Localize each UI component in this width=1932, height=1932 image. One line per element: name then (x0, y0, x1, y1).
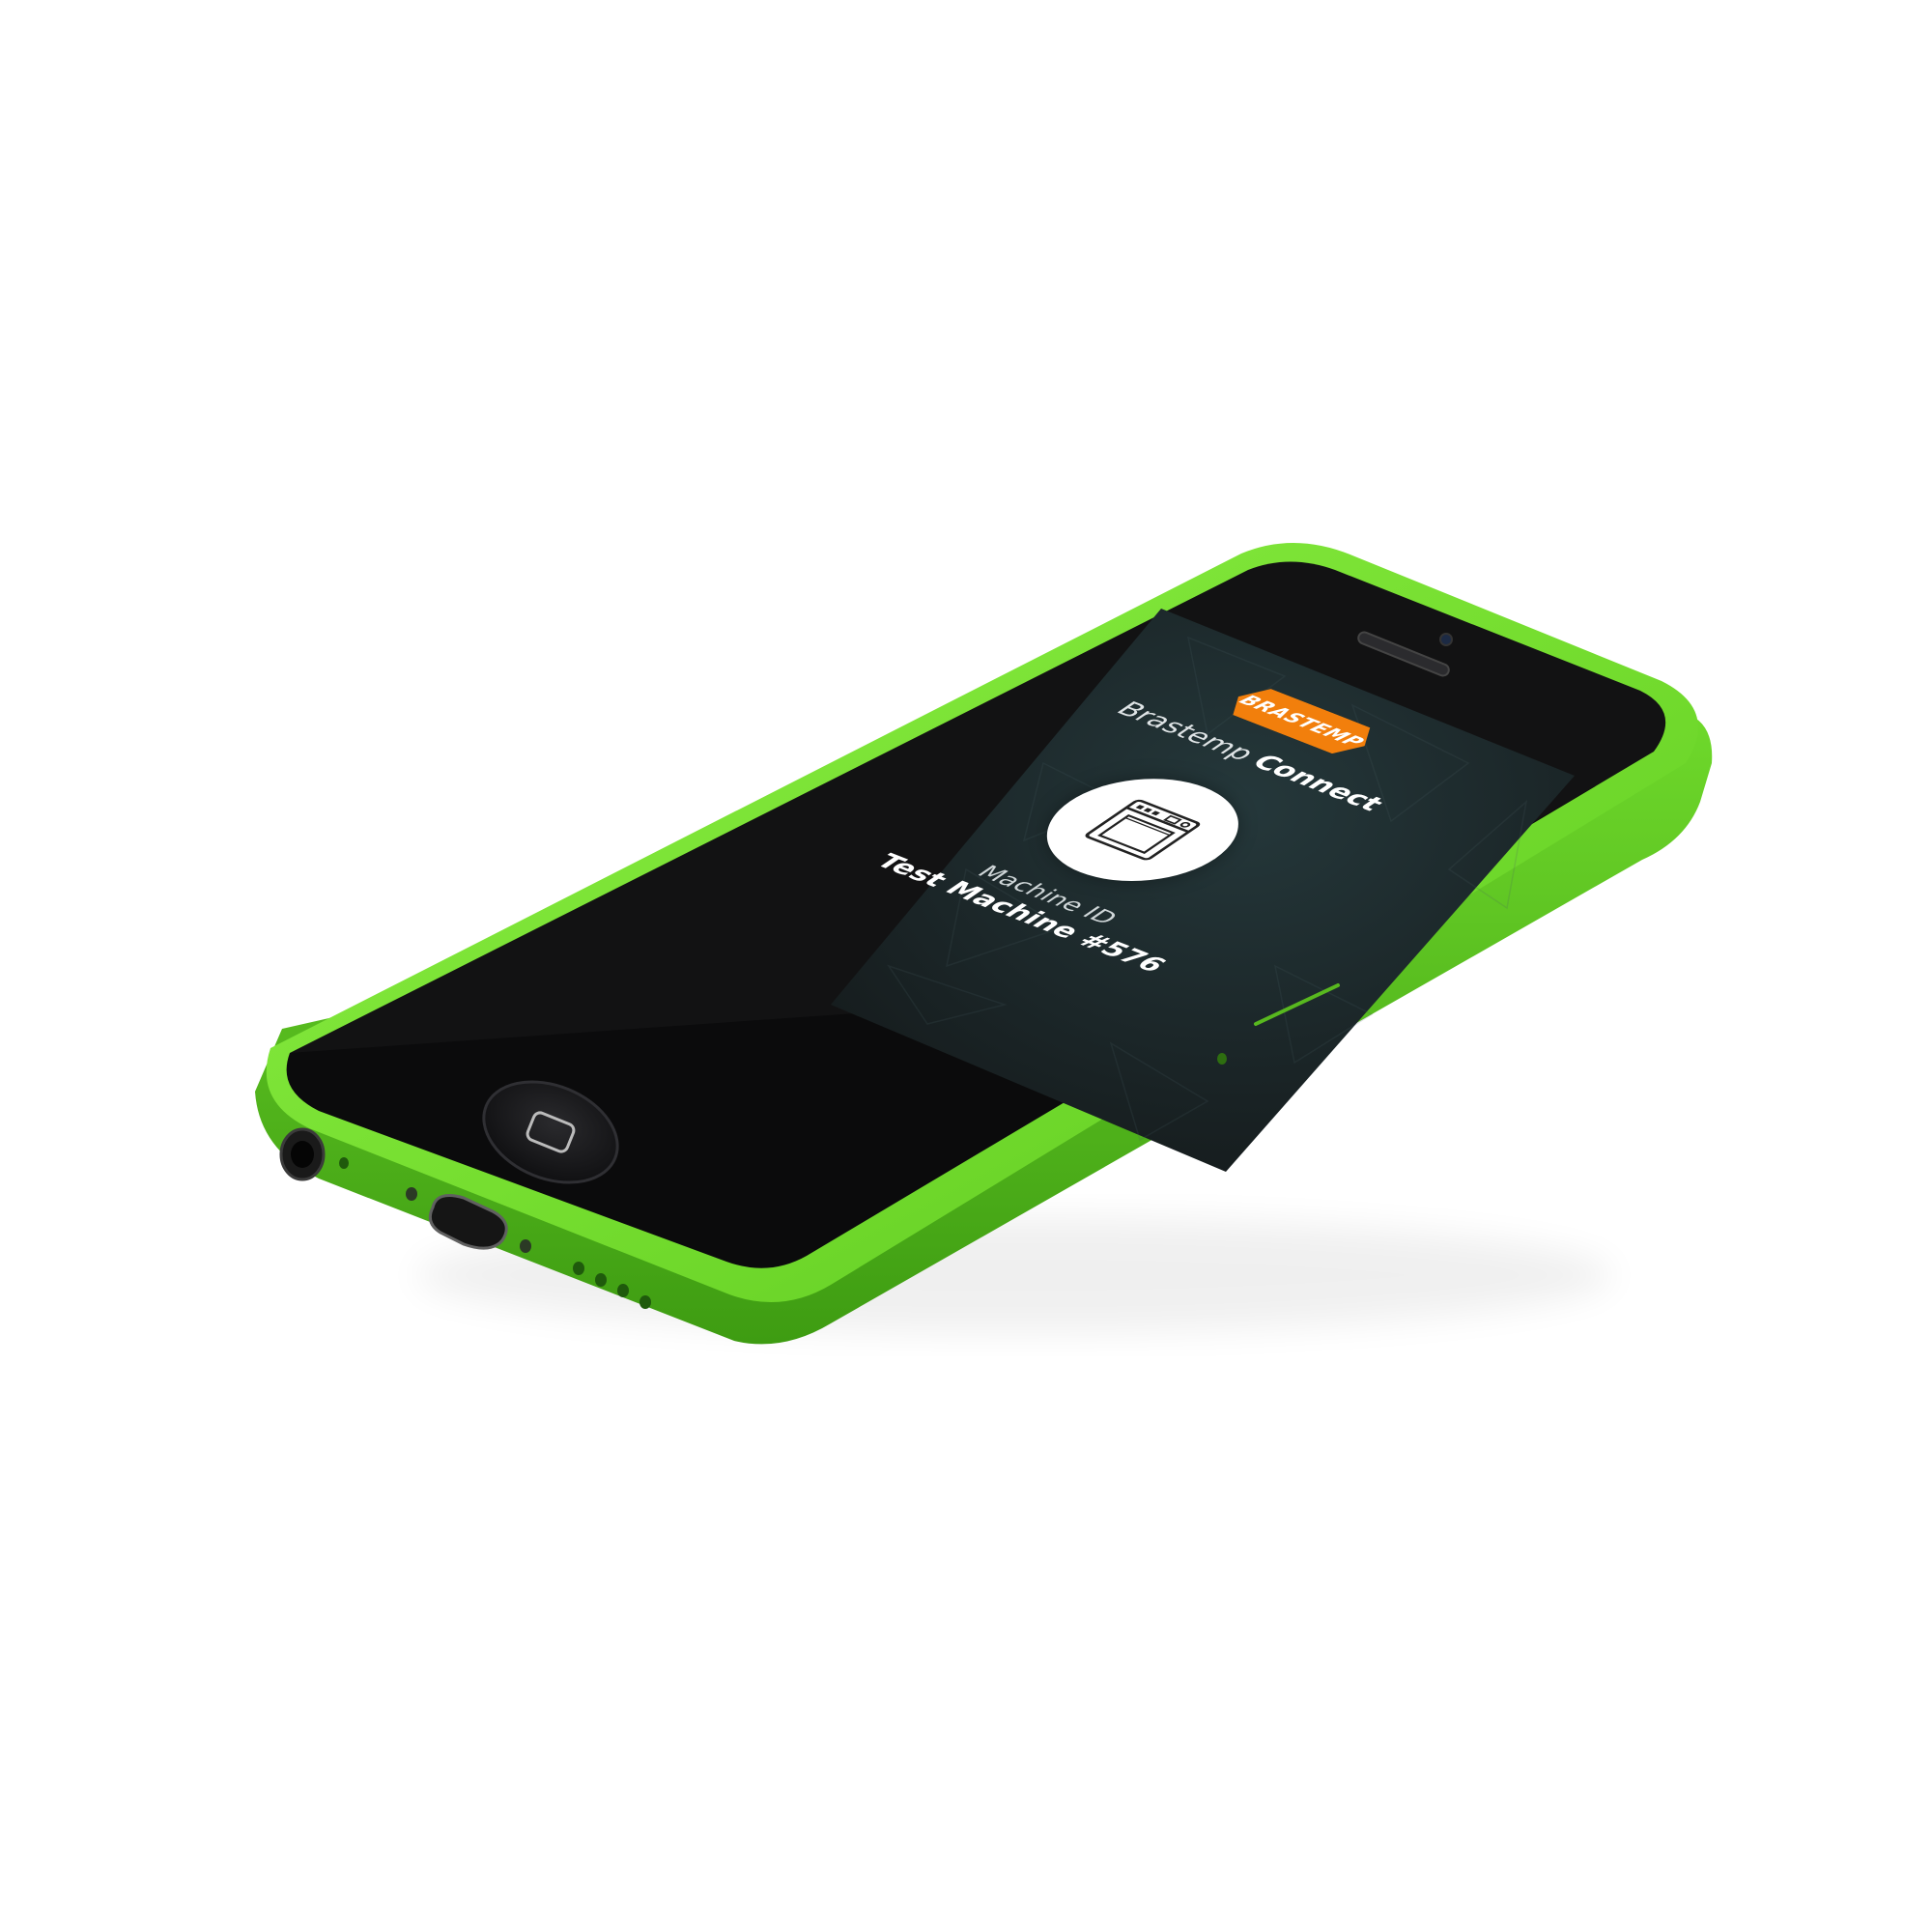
app-title-bold: Connect (1244, 751, 1391, 816)
oven-appliance-icon (1085, 799, 1201, 861)
microphone-hole (339, 1157, 349, 1169)
screw-left (406, 1187, 417, 1201)
front-camera (1439, 633, 1453, 646)
headphone-jack (279, 1127, 326, 1181)
screw-right (520, 1239, 531, 1253)
machine-icon-button[interactable] (1008, 758, 1278, 901)
side-button-dot (1217, 1053, 1227, 1065)
